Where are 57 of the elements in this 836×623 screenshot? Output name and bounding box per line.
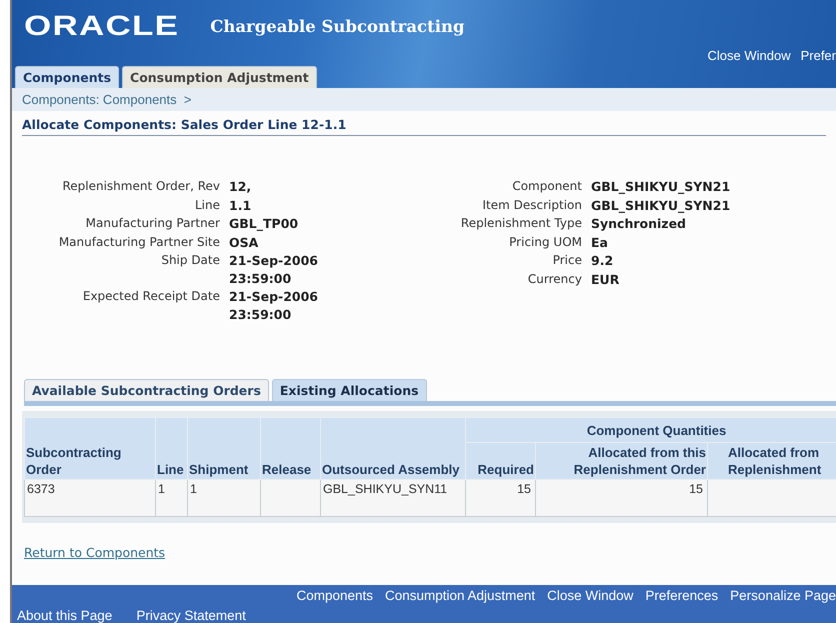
tab[interactable]: Consumption Adjustment <box>122 66 317 88</box>
table-cell: GBL_SHIKYU_SYN11 <box>320 480 466 517</box>
table-cell: 1 <box>156 480 188 517</box>
field-label: Manufacturing Partner Site <box>58 234 220 250</box>
footer-link[interactable]: Consumption Adjustment <box>385 588 536 603</box>
tab[interactable]: Components <box>15 66 120 88</box>
tab[interactable]: Available Subcontracting Orders <box>24 379 269 402</box>
field-label: Replenishment Order, Rev <box>61 178 220 195</box>
footer-link[interactable]: Close Window <box>547 588 634 603</box>
header-link[interactable]: Close Window <box>708 48 791 66</box>
column-header: Line <box>156 418 188 480</box>
header-link[interactable]: Prefer <box>800 48 836 66</box>
footer-link[interactable]: Preferences <box>645 588 718 603</box>
field-label: Replenishment Type <box>460 215 582 232</box>
breadcrumb-link[interactable]: Components: Components > <box>22 92 192 107</box>
field-label: Expected Receipt Date <box>82 288 220 305</box>
field-value: GBL_SHIKYU_SYN21 <box>591 196 730 214</box>
field-label: Manufacturing Partner <box>84 215 220 232</box>
field-value: 12, <box>229 178 252 196</box>
table-cell: 6373 <box>24 480 156 517</box>
column-header: Outsourced Assembly <box>320 418 466 480</box>
field-value: 21-Sep-2006 23:59:00 <box>229 288 318 323</box>
column-header: Subcontracting Order <box>24 418 156 480</box>
field-value: Ea <box>591 234 609 251</box>
app-title: Chargeable Subcontracting <box>210 16 464 36</box>
footer-link[interactable]: Privacy Statement <box>136 608 246 623</box>
field-label: Item Description <box>482 196 582 214</box>
field-label: Line <box>194 196 220 214</box>
field-value: OSA <box>229 234 260 251</box>
field-value: 21-Sep-2006 23:59:00 <box>229 252 318 287</box>
page-title: Allocate Components: Sales Order Line 12-1.1 <box>22 117 826 136</box>
column-header: Allocated from Replenishment <box>708 442 836 480</box>
column-group-header: Component Quantities <box>466 418 836 443</box>
column-header: Shipment <box>188 418 260 480</box>
field-value: GBL_TP00 <box>229 215 300 232</box>
field-value: EUR <box>591 270 620 288</box>
field-label: Pricing UOM <box>508 234 582 250</box>
logo: ORACLE <box>24 10 180 42</box>
table-cell: 15 <box>466 480 536 517</box>
footer-link[interactable]: About this Page <box>17 608 112 623</box>
field-value: 9.2 <box>591 252 614 270</box>
field-label: Component <box>511 178 582 195</box>
field-label: Currency <box>526 270 582 288</box>
field-label: Ship Date <box>160 252 220 269</box>
column-header: Allocated from this Replenishment Order <box>536 442 708 480</box>
column-header: Release <box>260 418 320 480</box>
return-link[interactable]: Return to Components <box>24 545 166 560</box>
tab[interactable]: Existing Allocations <box>272 379 427 402</box>
field-value: 1.1 <box>229 196 252 214</box>
table-cell: 1 <box>188 480 260 517</box>
footer-link[interactable]: Personalize Page <box>730 588 836 603</box>
field-value: GBL_SHIKYU_SYN21 <box>591 178 730 196</box>
field-label: Price <box>552 252 582 269</box>
table-cell: 15 <box>536 480 708 517</box>
footer-link[interactable]: Components <box>296 588 373 603</box>
column-header: Required <box>466 442 536 480</box>
field-value: Synchronized <box>591 215 687 232</box>
